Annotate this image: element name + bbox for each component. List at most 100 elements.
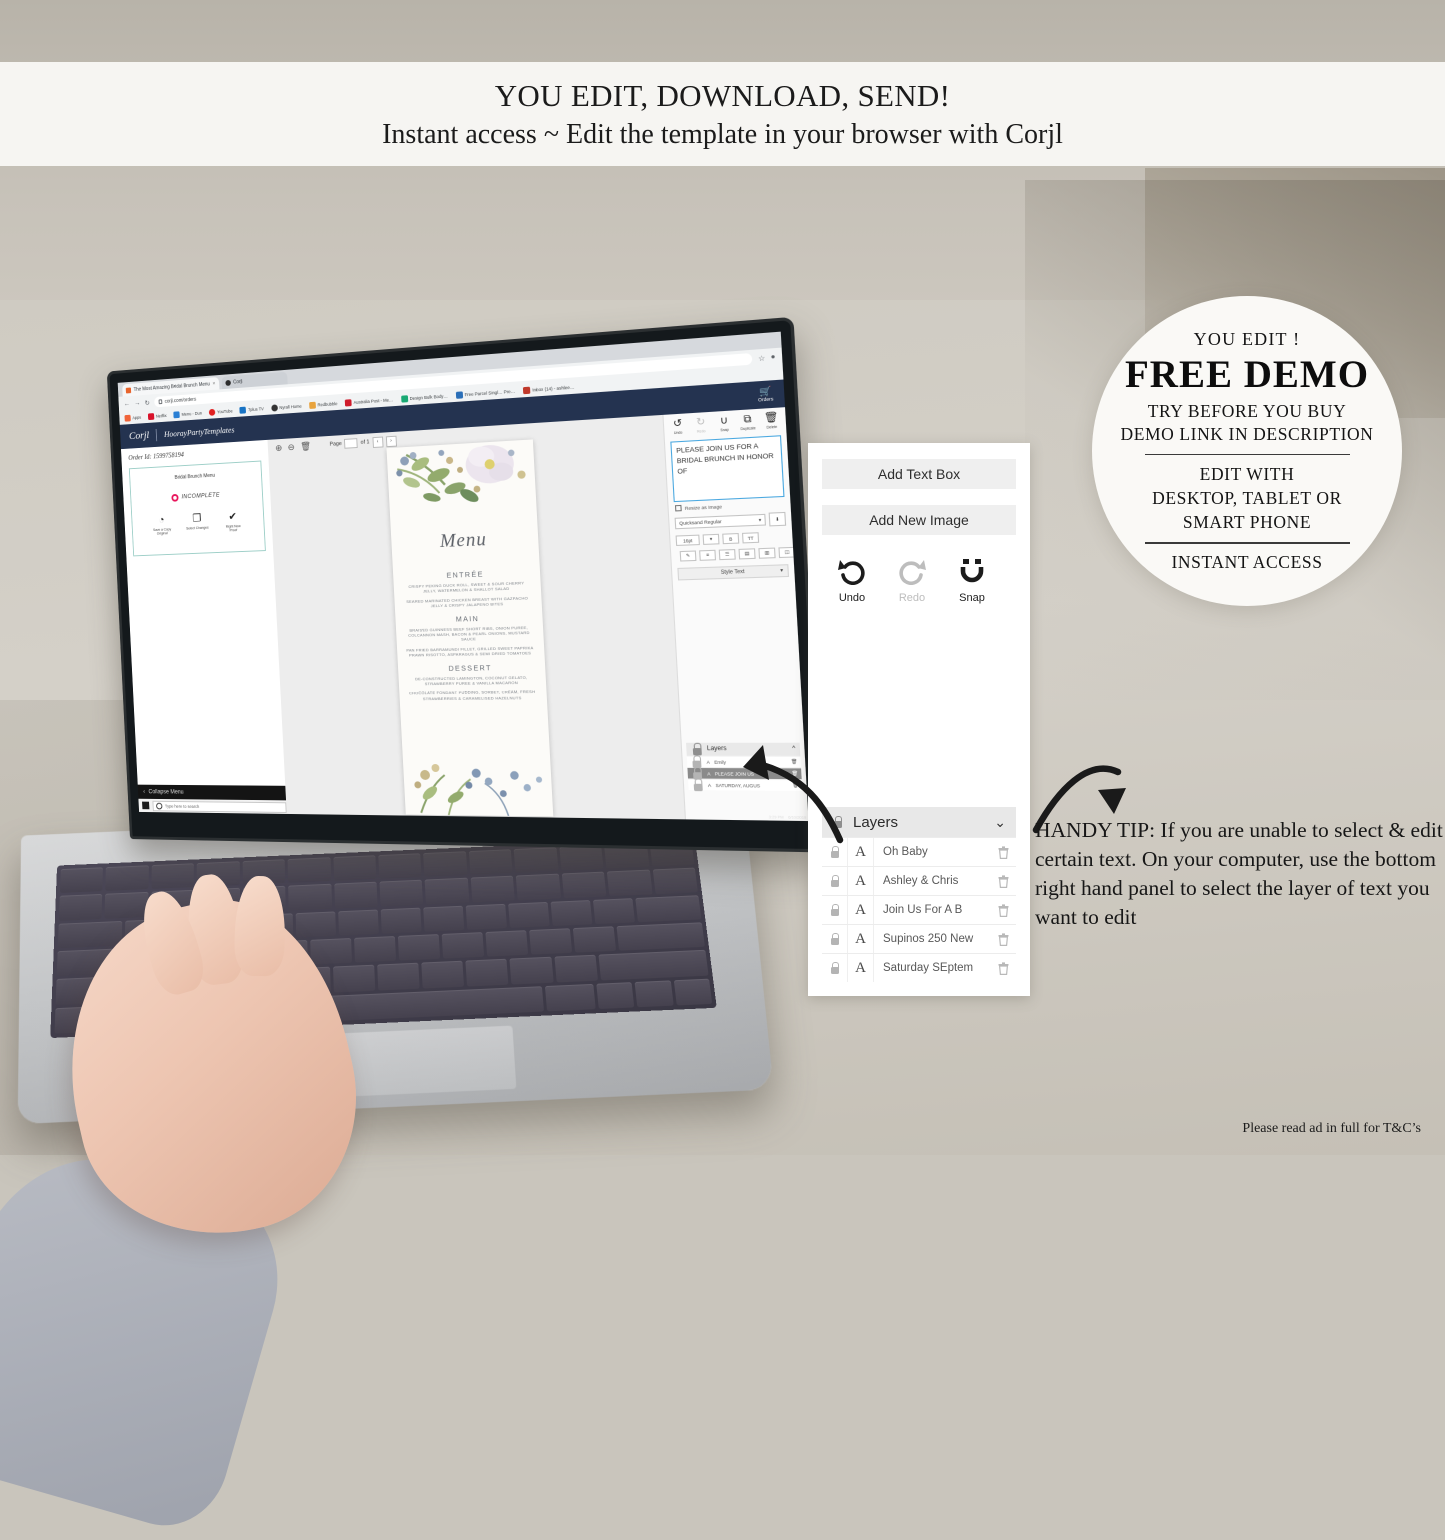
promo-banner: YOU EDIT, DOWNLOAD, SEND! Instant access… <box>0 62 1445 166</box>
bookmark-item[interactable]: 7plus TV <box>239 405 264 414</box>
undo-button[interactable]: ↺ Undo <box>667 418 688 436</box>
forward-icon[interactable]: → <box>134 400 140 407</box>
profile-icon[interactable]: ● <box>771 353 776 361</box>
text-transform-icon[interactable]: TT <box>741 532 760 544</box>
shop-name: HoorayPartyTemplates <box>163 424 235 439</box>
bookmark-label: Nyrall Home <box>279 403 302 411</box>
redo-button[interactable]: Redo <box>886 557 938 604</box>
lock-cell[interactable] <box>822 954 848 982</box>
menu-template-preview[interactable]: Menu ENTRÉE CRISPY PEKING DUCK ROLL, SWE… <box>386 439 553 817</box>
proof-button[interactable]: ✔ Right Now Proof <box>221 511 246 533</box>
font-family-value: Quicksand Regular <box>679 518 722 526</box>
trash-icon-svg <box>998 932 1008 946</box>
lock-icon <box>829 962 840 975</box>
add-new-image-button[interactable]: Add New Image <box>822 505 1016 535</box>
layers-header[interactable]: Layers ⌄ <box>822 807 1016 837</box>
bookmark-item[interactable]: YouTube <box>208 408 233 416</box>
bookmark-item[interactable]: Netflix <box>147 412 167 421</box>
delete-layer-icon[interactable] <box>990 961 1016 975</box>
add-text-box-button[interactable]: Add Text Box <box>822 459 1016 489</box>
lock-cell[interactable] <box>822 925 848 953</box>
bookmark-item[interactable]: Design Bulk Body… <box>400 392 448 403</box>
tab-favicon <box>224 379 231 386</box>
lock-icon <box>829 875 840 888</box>
layer-row[interactable]: A Oh Baby <box>822 837 1016 866</box>
bookmark-item[interactable]: Australia Post - Me… <box>344 396 394 407</box>
lock-cell[interactable] <box>822 896 848 924</box>
align-center-icon[interactable]: ▤ <box>738 547 756 559</box>
bookmark-item[interactable]: Inbox (14) - ashlee… <box>523 384 575 395</box>
color-and-align-row: ✎ ≡ ☰ ▤ ▥ ◫ <box>676 545 796 563</box>
delete-layer-icon[interactable] <box>990 874 1016 888</box>
prev-page-button[interactable]: ‹ <box>372 436 384 448</box>
style-text-dropdown[interactable]: Style Text ▾ <box>677 564 790 581</box>
duplicate-button[interactable]: ⧉ Duplicate <box>737 414 759 432</box>
reload-icon[interactable]: ↻ <box>145 399 150 407</box>
redo-icon-svg <box>899 560 926 585</box>
close-icon[interactable]: × <box>212 381 215 387</box>
corjl-logo[interactable]: Corjl <box>129 429 150 442</box>
browser-tab-title: The Most Amazing Bridal Brunch Menu <box>133 381 211 393</box>
banner-headline: YOU EDIT, DOWNLOAD, SEND! <box>494 77 951 113</box>
layer-row[interactable]: A Ashley & Chris <box>822 866 1016 895</box>
line-height-icon[interactable]: ≡ <box>699 549 717 561</box>
bookmark-item[interactable]: Menu - Dun <box>173 410 202 419</box>
font-size-input[interactable]: 16pt <box>675 534 700 546</box>
delete-button[interactable]: 🗑 Delete <box>761 412 783 430</box>
bookmark-item[interactable]: Free Parcel Singl… Pre… <box>455 388 515 399</box>
bookmark-item[interactable]: Nyrall Home <box>270 403 302 412</box>
eyedropper-icon[interactable]: ✎ <box>679 549 697 562</box>
delete-layer-icon[interactable] <box>990 932 1016 946</box>
undo-button[interactable]: Undo <box>826 557 878 604</box>
order-item-card[interactable]: Bridal Brunch Menu INCOMPLETE ◔ Save a C… <box>128 460 266 557</box>
checkbox-icon <box>674 504 682 512</box>
text-layer-icon: A <box>848 954 874 982</box>
layer-row[interactable]: A Supinos 250 New <box>822 924 1016 953</box>
back-icon[interactable]: ← <box>124 401 130 408</box>
align-left-icon[interactable]: ☰ <box>718 548 736 560</box>
snap-button[interactable]: Snap <box>946 557 998 604</box>
snap-button[interactable]: ∪ Snap <box>713 415 735 433</box>
save-copy-button[interactable]: ◔ Save a Copy Original <box>150 514 174 536</box>
bookmark-icon <box>270 404 278 412</box>
zoom-out-icon[interactable]: ⊖ <box>287 442 295 453</box>
badge-sub1: TRY BEFORE YOU BUY <box>1147 401 1347 422</box>
text-content-input[interactable]: PLEASE JOIN US FOR A BRIDAL BRUNCH IN HO… <box>670 435 785 503</box>
text-curve-icon[interactable]: ◫ <box>778 546 796 558</box>
font-size-stepper[interactable]: ▾ <box>702 533 720 545</box>
bold-icon[interactable]: B <box>722 532 740 545</box>
layers-title: Layers <box>853 813 899 831</box>
layer-row[interactable]: A Join Us For A B <box>822 895 1016 924</box>
font-family-select[interactable]: Quicksand Regular ▾ <box>674 513 766 530</box>
bookmark-icon <box>208 408 216 416</box>
taskbar-search-input[interactable]: Type here to search <box>152 800 287 813</box>
magnet-snap-icon <box>957 557 987 589</box>
redo-button[interactable]: ↻ Redo <box>690 416 712 434</box>
trash-icon[interactable]: 🗑 <box>300 441 311 452</box>
text-color-swatch[interactable] <box>676 549 678 563</box>
orders-button[interactable]: 🛒 Orders <box>757 386 774 403</box>
select-changes-button[interactable]: ❐ Select Changes <box>185 513 209 534</box>
badge-divider <box>1144 453 1350 456</box>
bookmark-item[interactable]: Apps <box>124 414 141 422</box>
lock-cell[interactable] <box>822 867 848 895</box>
trash-icon-svg <box>998 903 1008 917</box>
vertical-align-icon[interactable]: ▥ <box>758 547 776 559</box>
windows-start-icon[interactable] <box>142 801 150 810</box>
delete-layer-icon[interactable] <box>990 903 1016 917</box>
menu-section-heading: DESSERT <box>448 662 493 673</box>
text-layer-icon: A <box>848 925 874 953</box>
chevron-down-icon[interactable]: ⌄ <box>994 814 1006 831</box>
star-icon[interactable]: ☆ <box>758 354 765 363</box>
delete-layer-icon[interactable] <box>990 845 1016 859</box>
bookmark-label: Netflix <box>155 413 167 419</box>
header-divider <box>155 428 158 441</box>
layer-row[interactable]: A Saturday SEptem <box>822 953 1016 982</box>
font-upload-button[interactable]: ⬇ <box>768 511 787 527</box>
bookmark-item[interactable]: Redbubble <box>308 400 338 409</box>
badge-eyebrow: YOU EDIT ! <box>1193 329 1301 350</box>
zoom-in-icon[interactable]: ⊕ <box>275 442 282 453</box>
url-text: corjl.com/orders <box>164 396 197 405</box>
next-page-button[interactable]: › <box>385 435 397 447</box>
page-number-input[interactable] <box>344 438 359 449</box>
